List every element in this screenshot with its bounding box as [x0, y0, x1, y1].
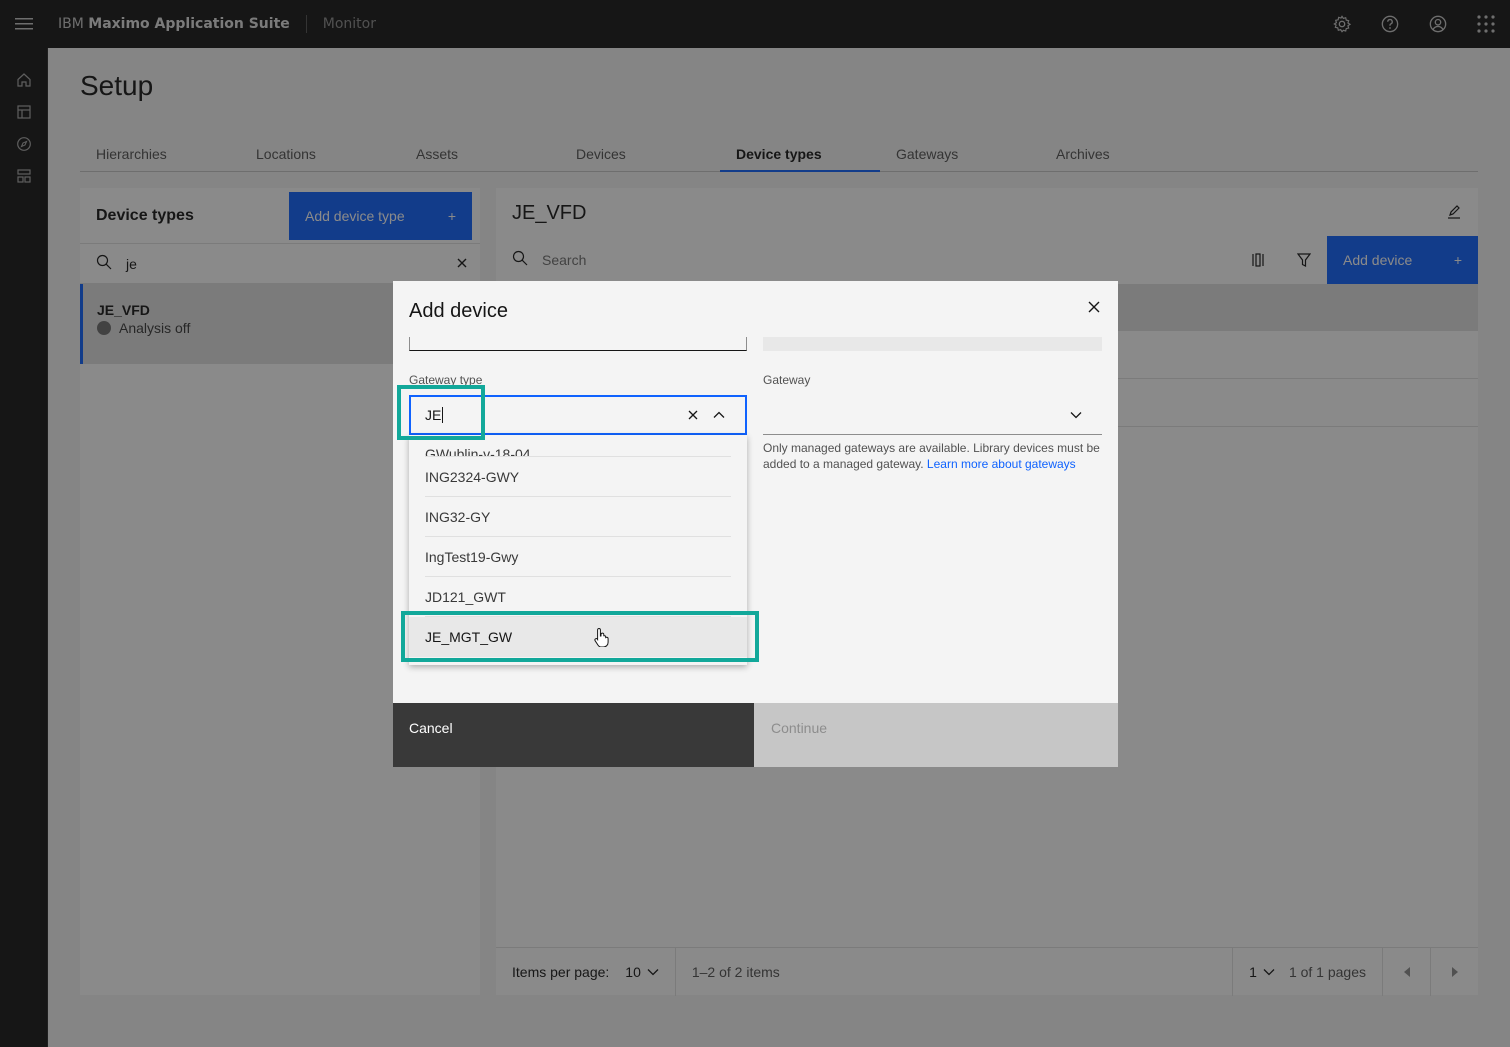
add-device-modal: Add device Gateway type JE GWublin-v-18-… [393, 281, 1118, 767]
annotation-highlight-option [401, 611, 759, 662]
chevron-down-icon [1070, 411, 1082, 418]
menu-item[interactable]: IngTest19-Gwy [425, 537, 731, 577]
previous-field-left[interactable] [409, 337, 747, 351]
hand-pointer-icon [594, 627, 610, 651]
previous-field-right[interactable] [763, 337, 1102, 351]
annotation-highlight-input [397, 385, 485, 440]
menu-item[interactable]: ING32-GY [425, 497, 731, 537]
menu-item[interactable]: ING2324-GWY [425, 457, 731, 497]
clear-icon[interactable] [681, 403, 705, 427]
chevron-up-icon[interactable] [707, 403, 731, 427]
gateway-helper-text: Only managed gateways are available. Lib… [763, 440, 1103, 472]
continue-button[interactable]: Continue [754, 703, 1118, 767]
modal-footer: Cancel Continue [393, 703, 1118, 767]
menu-item-label: GWublin-v-18-04 [425, 446, 531, 457]
learn-more-link[interactable]: Learn more about gateways [927, 457, 1076, 471]
gateway-label: Gateway [763, 373, 811, 387]
gateway-select[interactable] [763, 395, 1102, 435]
modal-title: Add device [409, 300, 508, 322]
cancel-button[interactable]: Cancel [393, 703, 754, 767]
close-icon[interactable] [1082, 295, 1106, 319]
